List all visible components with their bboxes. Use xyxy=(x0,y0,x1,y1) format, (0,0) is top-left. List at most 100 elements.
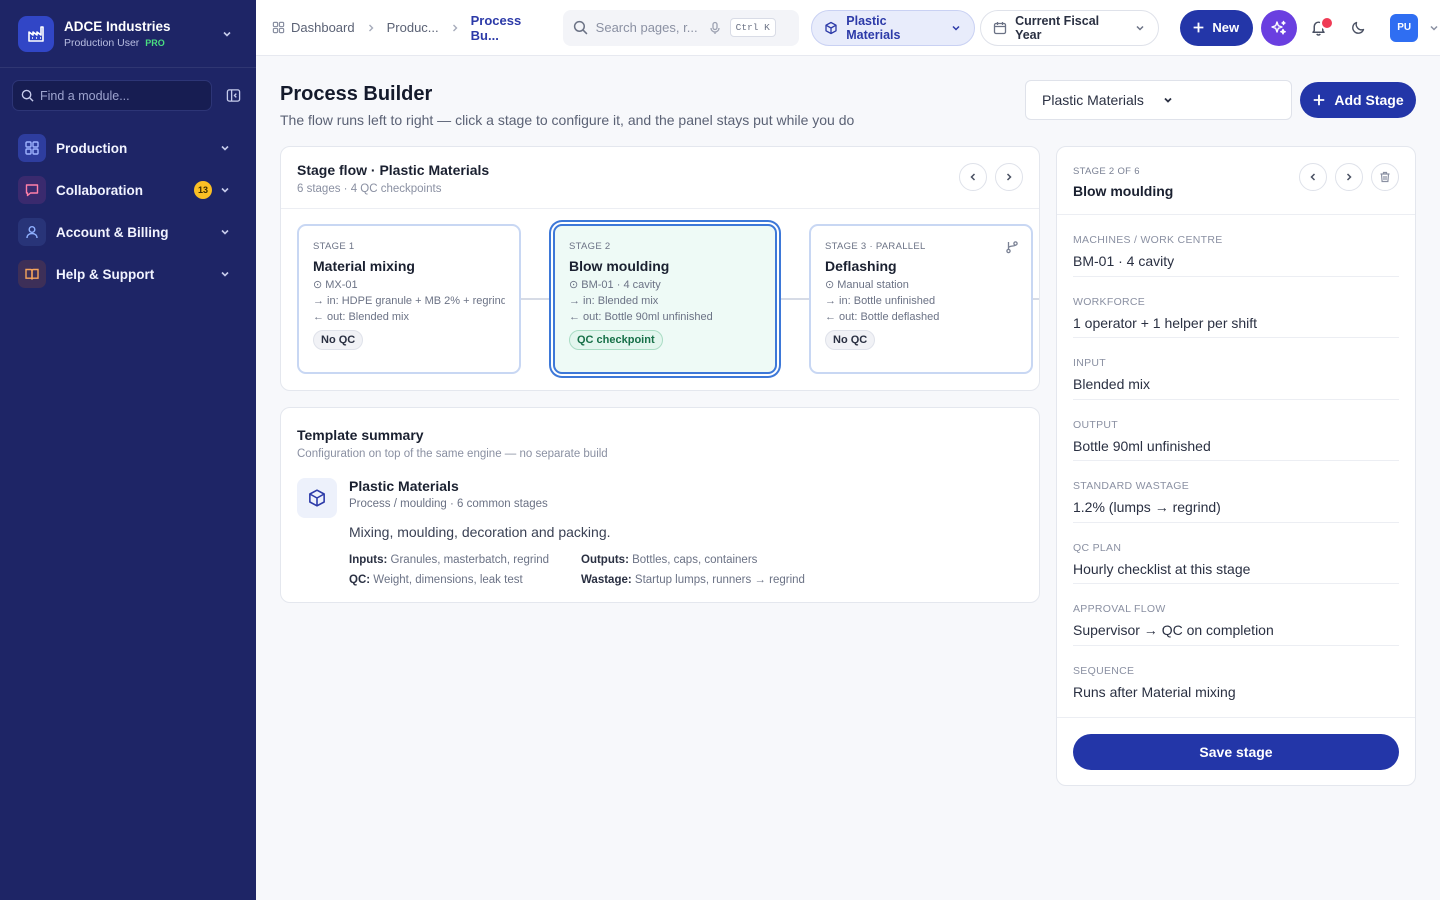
field-value: Runs after Material mixing xyxy=(1073,683,1236,700)
notifications-button[interactable] xyxy=(1301,10,1336,46)
field-workforce[interactable]: Workforce 1 operator + 1 helper per shif… xyxy=(1073,277,1399,338)
page-subtitle: The flow runs left to right — click a st… xyxy=(280,112,855,128)
chevron-left-icon xyxy=(1308,172,1318,182)
kv-value: Weight, dimensions, leak test xyxy=(373,574,523,586)
kv-label: Wastage: xyxy=(581,574,632,586)
period-filter-dropdown[interactable]: Current Fiscal Year xyxy=(980,9,1160,46)
cube-icon xyxy=(297,478,337,518)
chevron-down-icon xyxy=(216,181,234,199)
new-button[interactable]: New xyxy=(1180,9,1254,46)
brand-switcher[interactable]: ADCE Industries Production User PRO xyxy=(0,0,256,68)
global-search-input[interactable] xyxy=(595,20,700,35)
field-value: 1 operator + 1 helper per shift xyxy=(1073,314,1258,331)
template-inputs: Inputs: Granules, masterbatch, regrind xyxy=(349,554,549,566)
grid-icon xyxy=(272,21,285,34)
stage-card-2[interactable]: STAGE 2 Blow moulding ⊙ BM-01 · 4 cavity… xyxy=(553,224,777,374)
previous-stage-button[interactable] xyxy=(1299,163,1327,191)
chevron-down-icon xyxy=(1162,94,1282,106)
breadcrumb-current: Process Bu... xyxy=(470,12,522,43)
sidebar-item-collaboration[interactable]: Collaboration 13 xyxy=(12,169,244,211)
theme-toggle-button[interactable] xyxy=(1340,10,1375,46)
chat-icon xyxy=(18,176,46,204)
stage-machine: ⊙ MX-01 xyxy=(313,279,358,291)
scroll-right-button[interactable] xyxy=(995,163,1023,191)
microphone-icon[interactable] xyxy=(708,21,722,35)
sidebar: ADCE Industries Production User PRO Prod… xyxy=(0,0,256,900)
chevron-down-icon xyxy=(216,139,234,157)
kv-value: Bottles, caps, containers xyxy=(632,554,758,566)
plus-icon xyxy=(1312,93,1326,107)
template-outputs: Outputs: Bottles, caps, containers xyxy=(581,554,757,566)
sparkles-icon xyxy=(1270,19,1288,37)
new-button-label: New xyxy=(1212,20,1240,35)
plus-icon xyxy=(1192,21,1205,34)
stage-machine: ⊙ Manual station xyxy=(825,279,909,291)
qc-status-chip: No QC xyxy=(313,330,364,350)
stage-machine: ⊙ BM-01 · 4 cavity xyxy=(569,279,661,291)
save-stage-button[interactable]: Save stage xyxy=(1073,734,1399,770)
delete-stage-button[interactable] xyxy=(1371,163,1399,191)
material-filter-dropdown[interactable]: Plastic Materials xyxy=(811,9,976,46)
stage-input: → in: Blended mix xyxy=(569,295,659,307)
stage-input: → in: HDPE granule + MB 2% + regrind xyxy=(313,295,505,307)
field-label: Sequence xyxy=(1073,664,1135,677)
collapse-sidebar-icon[interactable] xyxy=(222,85,244,107)
material-select[interactable]: Plastic Materials xyxy=(1025,80,1292,120)
field-value: BM-01 · 4 cavity xyxy=(1073,253,1175,269)
stage-input: → in: Bottle unfinished xyxy=(825,295,936,307)
field-label: Workforce xyxy=(1073,295,1146,308)
field-qc-plan[interactable]: QC plan Hourly checklist at this stage xyxy=(1073,523,1399,584)
sidebar-item-production[interactable]: Production xyxy=(12,127,244,169)
stage-name: Material mixing xyxy=(313,258,415,274)
breadcrumb-dashboard[interactable]: Dashboard xyxy=(272,20,355,35)
field-sequence[interactable]: Sequence Runs after Material mixing xyxy=(1073,646,1399,708)
chevron-down-icon xyxy=(216,223,234,241)
sidebar-item-account-billing[interactable]: Account & Billing xyxy=(12,211,244,253)
avatar[interactable]: PU xyxy=(1390,13,1418,42)
material-select-value: Plastic Materials xyxy=(1042,92,1144,108)
field-machines[interactable]: Machines / work centre BM-01 · 4 cavity xyxy=(1073,215,1399,277)
field-label: Output xyxy=(1073,418,1118,431)
chevron-down-icon[interactable] xyxy=(1428,22,1440,34)
module-search-input[interactable] xyxy=(40,88,190,103)
breadcrumb-production[interactable]: Produc... xyxy=(387,20,439,35)
field-label: Machines / work centre xyxy=(1073,234,1223,246)
branch-icon xyxy=(1005,240,1019,254)
field-label: Input xyxy=(1073,357,1106,369)
search-icon xyxy=(21,89,34,102)
sidebar-item-label: Production xyxy=(56,140,128,156)
stage-flow-card: Stage flow · Plastic Materials 6 stages … xyxy=(280,146,1040,391)
field-approval-flow[interactable]: Approval flow Supervisor → QC on complet… xyxy=(1073,584,1399,646)
qc-status-chip: No QC xyxy=(825,330,876,350)
calendar-icon xyxy=(993,21,1007,35)
page-title: Process Builder xyxy=(280,83,433,105)
stage-flow-subtitle: 6 stages · 4 QC checkpoints xyxy=(297,183,442,195)
chevron-right-icon xyxy=(366,23,376,33)
next-stage-button[interactable] xyxy=(1335,163,1363,191)
sidebar-item-help-support[interactable]: Help & Support xyxy=(12,253,244,295)
template-qc: QC: Weight, dimensions, leak test xyxy=(349,574,523,586)
template-name: Plastic Materials xyxy=(349,478,459,494)
ai-assistant-button[interactable] xyxy=(1261,9,1297,46)
kv-label: Inputs: xyxy=(349,554,388,566)
field-wastage[interactable]: Standard wastage 1.2% (lumps → regrind) xyxy=(1073,461,1399,523)
field-output[interactable]: Output Bottle 90ml unfinished xyxy=(1073,400,1399,461)
stage-card-3[interactable]: STAGE 3 · PARALLEL Deflashing ⊙ Manual s… xyxy=(809,224,1033,374)
field-input[interactable]: Input Blended mix xyxy=(1073,338,1399,400)
chevron-right-icon xyxy=(450,23,460,33)
factory-icon xyxy=(18,15,54,52)
add-stage-button[interactable]: Add Stage xyxy=(1300,82,1416,118)
scroll-left-button[interactable] xyxy=(959,163,987,191)
stage-output: ← out: Blended mix xyxy=(313,311,409,323)
summary-subtitle: Configuration on top of the same engine … xyxy=(297,448,608,460)
material-filter-label: Plastic Materials xyxy=(846,13,901,42)
chevron-down-icon xyxy=(216,23,238,45)
stage-flow-title: Stage flow · Plastic Materials xyxy=(297,162,490,178)
kv-label: QC: xyxy=(349,574,371,586)
chevron-down-icon xyxy=(216,265,234,283)
chevron-down-icon xyxy=(950,22,962,34)
stage-fields: Machines / work centre BM-01 · 4 cavity … xyxy=(1057,215,1415,707)
stage-card-1[interactable]: STAGE 1 Material mixing ⊙ MX-01 → in: HD… xyxy=(297,224,521,374)
kv-value: Startup lumps, runners → regrind xyxy=(634,574,805,586)
stage-connector xyxy=(781,298,811,300)
